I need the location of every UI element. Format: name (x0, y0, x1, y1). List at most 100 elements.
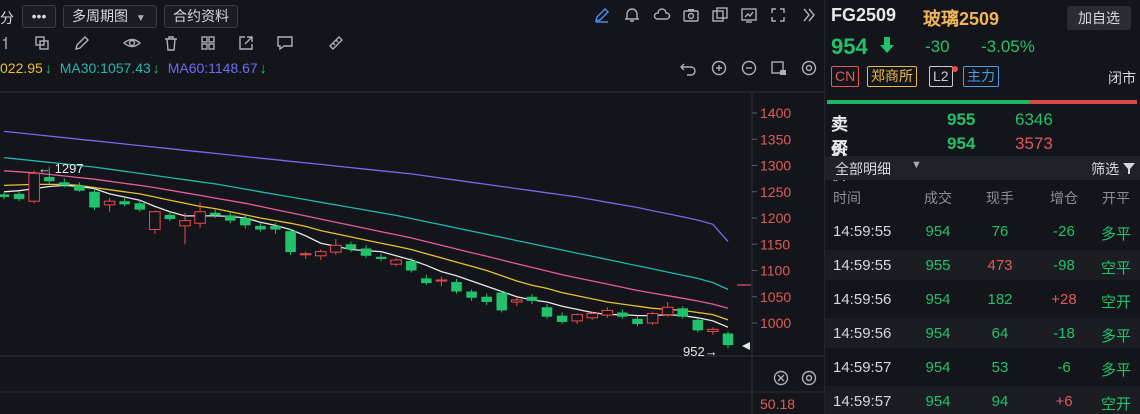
collapse-right-icon[interactable] (798, 6, 818, 26)
candle-body (451, 282, 462, 292)
market-status: 闭市 (1108, 70, 1136, 86)
tag-2: L2 (929, 66, 953, 87)
candle-body (435, 279, 448, 282)
y-tick-label: 1400 (760, 105, 791, 121)
trade-row[interactable]: 14:59:55 954 76 -26 多平 (825, 216, 1140, 246)
candle-body (74, 185, 85, 191)
candle-body (661, 306, 674, 316)
settings-icon[interactable] (799, 59, 819, 79)
filter-label: 筛选 (1091, 161, 1120, 177)
trade-oi-change: +28 (1051, 291, 1077, 308)
comment-icon[interactable] (275, 34, 295, 54)
ma60-value: MA60:1148.67 ↓ (167, 60, 267, 76)
column-header: 现手 (986, 190, 1014, 206)
trade-qty: 64 (991, 325, 1009, 342)
candle-body (541, 307, 553, 317)
contract-info-button[interactable]: 合约资料 (164, 5, 238, 28)
column-header: 成交 (924, 190, 952, 206)
trade-price: 954 (925, 291, 951, 308)
trade-row[interactable]: 14:59:57 954 94 +6 空开 (825, 386, 1140, 414)
trade-row[interactable]: 14:59:56 954 182 +28 空开 (825, 284, 1140, 314)
candle-body (149, 211, 161, 231)
zoom-out-icon[interactable] (739, 59, 759, 79)
close-indicator-icon[interactable] (771, 369, 791, 389)
indicator-value: 50.18 (760, 396, 795, 412)
pen-icon[interactable] (592, 6, 612, 26)
undo-icon[interactable] (678, 59, 698, 79)
trade-price: 954 (925, 359, 951, 376)
candle-body (360, 248, 372, 256)
bid-price: 954 (947, 134, 976, 153)
chevron-down-icon[interactable]: ▼ (911, 159, 922, 171)
bid-ratio-fill (827, 100, 1029, 104)
candle-body (119, 201, 130, 205)
candle-body (13, 193, 25, 200)
trade-type: 多平 (1100, 226, 1131, 243)
candle-body (707, 328, 719, 332)
candle-body (466, 291, 477, 298)
fullscreen-icon[interactable] (768, 6, 788, 26)
indicator-settings-icon[interactable] (799, 369, 819, 389)
candle-body (390, 259, 402, 265)
window-copy-icon[interactable] (710, 6, 730, 26)
candle-body (496, 292, 508, 311)
candle-body (692, 319, 704, 331)
y-tick-label: 1100 (760, 263, 790, 279)
drawing-tool-icon[interactable] (0, 34, 16, 54)
trade-qty: 182 (987, 291, 1013, 308)
bell-icon[interactable] (622, 6, 642, 26)
trade-time: 14:59:55 (833, 257, 892, 274)
eye-icon[interactable] (122, 34, 142, 54)
filter-icon (1123, 163, 1135, 174)
column-header: 增仓 (1050, 190, 1078, 206)
contract-info-label: 合约资料 (173, 8, 229, 24)
trash-icon[interactable] (161, 34, 181, 54)
template-icon[interactable] (769, 59, 789, 79)
trade-detail-header: 全部明细 ▼ 筛选 (825, 156, 1140, 180)
filter-button[interactable]: 筛选 (1091, 159, 1135, 179)
trade-row[interactable]: 14:59:55 955 473 -98 空平 (825, 250, 1140, 280)
more-label: ••• (31, 8, 47, 24)
trade-price: 954 (925, 393, 951, 410)
trade-time: 14:59:57 (833, 359, 892, 376)
trade-time: 14:59:56 (833, 291, 892, 308)
candle-body (632, 318, 643, 325)
candle-body (134, 203, 146, 210)
more-button[interactable]: ••• (22, 5, 56, 28)
layers-icon[interactable] (32, 34, 52, 54)
ma60-line (3, 130, 729, 243)
candle-body (375, 256, 387, 259)
chart-toolbar: 分 ••• 多周期图 ▼ 合约资料 (0, 0, 824, 32)
ask-ratio-fill (1029, 100, 1137, 104)
candle-body (164, 214, 176, 220)
y-tick-label: 1250 (760, 184, 791, 200)
grid-icon[interactable] (198, 34, 218, 54)
candle-body (511, 299, 523, 303)
candle-body (179, 220, 191, 227)
y-tick-label: 1050 (760, 289, 791, 305)
zoom-in-icon[interactable] (709, 59, 729, 79)
chart-panel: 1400 1350 1300 1250 1200 1150 1100 1050 1000 ← 12… (0, 0, 824, 414)
candle-body (526, 296, 538, 301)
trade-qty: 76 (991, 223, 1009, 240)
camera-icon[interactable] (681, 6, 701, 26)
period-fragment[interactable]: 分 (0, 8, 14, 28)
cloud-icon[interactable] (652, 6, 672, 26)
trade-row[interactable]: 14:59:57 954 53 -6 多平 (825, 352, 1140, 382)
ma30-value: MA30:1057.43 ↓ (59, 60, 160, 76)
detail-filter-dropdown[interactable]: 全部明细 (835, 159, 891, 179)
last-price-marker (742, 342, 750, 350)
candle-body (299, 253, 312, 256)
trade-qty: 473 (987, 257, 1013, 274)
ruler-icon[interactable] (326, 34, 346, 54)
trade-table-header: 时间 成交 现手 增仓 开平 (825, 188, 1140, 210)
add-watchlist-button[interactable]: 加自选 (1067, 6, 1131, 30)
external-link-icon[interactable] (236, 34, 256, 54)
multi-period-dropdown[interactable]: 多周期图 ▼ (63, 5, 157, 28)
edit-icon[interactable] (72, 34, 92, 54)
trade-price: 954 (925, 325, 951, 342)
trade-type: 空开 (1100, 294, 1131, 311)
trade-row[interactable]: 14:59:56 954 64 -18 多平 (825, 318, 1140, 348)
candle-body (571, 314, 583, 322)
chart-window-icon[interactable] (739, 6, 759, 26)
